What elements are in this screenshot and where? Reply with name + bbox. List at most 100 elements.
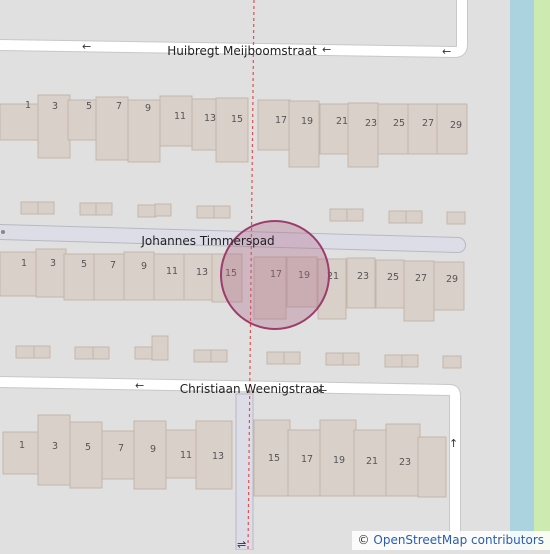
house-number: 29 xyxy=(450,120,462,131)
building xyxy=(35,248,67,298)
attribution-link[interactable]: OpenStreetMap contributors xyxy=(373,533,544,547)
shed xyxy=(193,349,213,363)
shed xyxy=(79,202,99,216)
house-number: 17 xyxy=(301,454,313,465)
building xyxy=(346,257,376,309)
copyright-symbol: © xyxy=(357,533,370,547)
shed xyxy=(342,352,360,366)
map-view[interactable]: 1 3 5 7 9 11 13 15 17 19 21 23 25 27 29 1 3 5 7 9 11 13 15 17 19… xyxy=(0,0,550,551)
building xyxy=(153,253,185,301)
canal xyxy=(510,0,534,550)
house-number: 19 xyxy=(301,116,313,127)
house-number: 27 xyxy=(422,118,434,129)
grass-area xyxy=(532,0,550,550)
map-canvas: 1 3 5 7 911 13 15 17 19 21 23 25 27 291 3 5 7 9 11 13 15 17 19… xyxy=(0,0,550,551)
shed xyxy=(134,346,154,360)
shed xyxy=(92,346,110,360)
house-number: 1 xyxy=(19,440,25,451)
house-number: 3 xyxy=(52,101,58,112)
oneway-arrow-icon: ← xyxy=(322,43,331,56)
building xyxy=(95,96,129,161)
house-number: 23 xyxy=(399,457,411,468)
house-number: 7 xyxy=(116,101,122,112)
shed xyxy=(346,208,364,222)
house-number: 3 xyxy=(52,441,58,452)
building xyxy=(191,98,219,151)
building xyxy=(347,102,379,168)
building xyxy=(123,251,155,301)
house-number: 25 xyxy=(387,272,399,283)
house-number: 9 xyxy=(150,444,156,455)
shed xyxy=(20,201,40,215)
building xyxy=(288,100,320,168)
house-number: 15 xyxy=(268,453,280,464)
house-number: 25 xyxy=(393,118,405,129)
house-number: 5 xyxy=(86,101,92,112)
house-number: 13 xyxy=(196,267,208,278)
house-number: 23 xyxy=(357,271,369,282)
house-number: 13 xyxy=(204,113,216,124)
shed xyxy=(401,354,419,368)
house-number: 15 xyxy=(231,114,243,125)
building xyxy=(377,103,409,155)
footpath-node xyxy=(1,230,5,234)
house-number: 7 xyxy=(118,443,124,454)
oneway-arrow-icon: ← xyxy=(82,40,91,53)
shed xyxy=(196,205,216,219)
house-number: 7 xyxy=(110,260,116,271)
building xyxy=(0,251,39,297)
map-attribution: © OpenStreetMap contributors xyxy=(351,531,550,550)
house-number: 11 xyxy=(180,450,192,461)
building xyxy=(403,260,435,322)
house-number: 29 xyxy=(446,274,458,285)
oneway-arrow-up-icon: ↑ xyxy=(449,437,458,450)
shed xyxy=(329,208,349,222)
shed xyxy=(37,201,55,215)
shed xyxy=(283,351,301,365)
footpath-label: Johannes Timmerspad xyxy=(140,234,274,248)
south-street-label: Christiaan Weenigstraat xyxy=(180,382,325,396)
house-number: 21 xyxy=(336,116,348,127)
shed xyxy=(266,351,286,365)
house-number: 11 xyxy=(166,266,178,277)
house-number: 11 xyxy=(174,111,186,122)
house-number: 19 xyxy=(333,455,345,466)
house-number: 9 xyxy=(141,261,147,272)
house-number: 5 xyxy=(85,442,91,453)
building xyxy=(375,259,405,309)
building xyxy=(319,103,351,155)
shed xyxy=(33,345,51,359)
shed xyxy=(388,210,408,224)
house-number: 13 xyxy=(212,451,224,462)
house-number: 9 xyxy=(145,103,151,114)
house-number: 17 xyxy=(275,115,287,126)
shed xyxy=(74,346,94,360)
north-street-label: Huibregt Meijboomstraat xyxy=(167,44,317,58)
house-number: 27 xyxy=(415,273,427,284)
house-number: 21 xyxy=(366,456,378,467)
house-number: 5 xyxy=(81,259,87,270)
oneway-arrow-icon: ← xyxy=(135,379,144,392)
south-path[interactable] xyxy=(235,393,254,551)
shed xyxy=(213,205,231,219)
oneway-arrow-icon: ⇌ xyxy=(237,538,246,550)
shed xyxy=(442,355,462,369)
house-number: 1 xyxy=(21,258,27,269)
building xyxy=(69,421,103,489)
building xyxy=(417,436,447,498)
building xyxy=(407,103,439,155)
building xyxy=(433,261,465,311)
shed xyxy=(384,354,404,368)
building xyxy=(2,431,40,475)
building xyxy=(0,103,41,141)
shed xyxy=(405,210,423,224)
shed xyxy=(154,203,172,217)
building xyxy=(67,99,99,141)
house-number: 3 xyxy=(50,258,56,269)
building xyxy=(215,97,249,163)
shed xyxy=(446,211,466,225)
shed xyxy=(95,202,113,216)
building xyxy=(133,420,167,490)
house-number: 23 xyxy=(365,118,377,129)
shed xyxy=(137,204,157,218)
